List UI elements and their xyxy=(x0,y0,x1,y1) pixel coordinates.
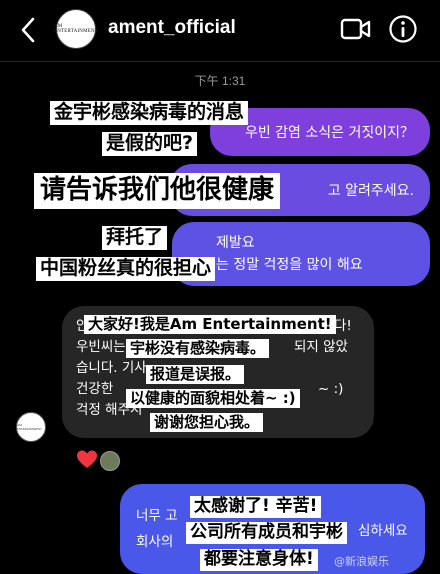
caption-overlay: 是假的吧? xyxy=(102,132,198,156)
info-icon xyxy=(389,15,417,43)
back-arrow-icon xyxy=(21,17,35,43)
message-timestamp: 下午 1:31 xyxy=(194,74,246,88)
info-button[interactable] xyxy=(388,14,418,44)
message-text: 우빈 감염 소식은 거짓이지？ xyxy=(244,125,414,141)
caption-overlay: 中国粉丝真的很担心 xyxy=(36,257,216,281)
message-text: 는 정말 걱정을 많이 해요 xyxy=(216,257,363,273)
message-text: 심하세요 xyxy=(358,523,408,539)
caption-overlay: 报道是误报。 xyxy=(146,365,245,385)
back-button[interactable] xyxy=(14,14,42,46)
username[interactable]: ament_official xyxy=(108,17,236,39)
message-fragment: ~ :) xyxy=(318,381,344,397)
message-text: 제발요 xyxy=(216,235,255,251)
chat-header: AM ENTERTAINMENT ament_official xyxy=(0,0,440,62)
video-call-icon xyxy=(340,18,371,40)
message-text: 고 알려주세요. xyxy=(327,183,414,199)
video-call-button[interactable] xyxy=(340,16,372,42)
heart-reaction-icon[interactable] xyxy=(76,449,98,471)
profile-avatar[interactable]: AM ENTERTAINMENT xyxy=(53,9,99,49)
caption-overlay: 谢谢您担心我。 xyxy=(150,413,264,433)
reactor-avatar[interactable] xyxy=(100,451,120,471)
message-text: 회사의 xyxy=(136,534,174,550)
caption-overlay: 公司所有成员和宇彬 xyxy=(186,522,347,544)
caption-overlay: 大家好!我是Am Entertainment! xyxy=(84,315,336,335)
sender-avatar[interactable]: AM ENTERTAINMENT xyxy=(16,412,46,442)
caption-overlay: 宇彬没有感染病毒。 xyxy=(126,339,270,359)
avatar-brand-text: AM ENTERTAINMENT xyxy=(17,423,42,431)
message-text: 너무 고 xyxy=(136,508,178,524)
message-fragment: 되지 않았 xyxy=(294,339,348,355)
caption-overlay: 金宇彬感染病毒的消息 xyxy=(50,101,249,125)
watermark: @新浪娱乐 xyxy=(334,555,389,568)
caption-overlay: 请告诉我们他很健康 xyxy=(34,173,281,209)
caption-overlay: 都要注意身体! xyxy=(200,549,318,571)
caption-overlay: 太感谢了! 辛苦! xyxy=(190,496,322,518)
message-fragment: 다! xyxy=(334,318,352,334)
avatar-brand-text: AM ENTERTAINMENT xyxy=(53,24,99,34)
caption-overlay: 以健康的面貌相处着~ :) xyxy=(126,389,300,409)
caption-overlay: 拜托了 xyxy=(102,226,168,250)
